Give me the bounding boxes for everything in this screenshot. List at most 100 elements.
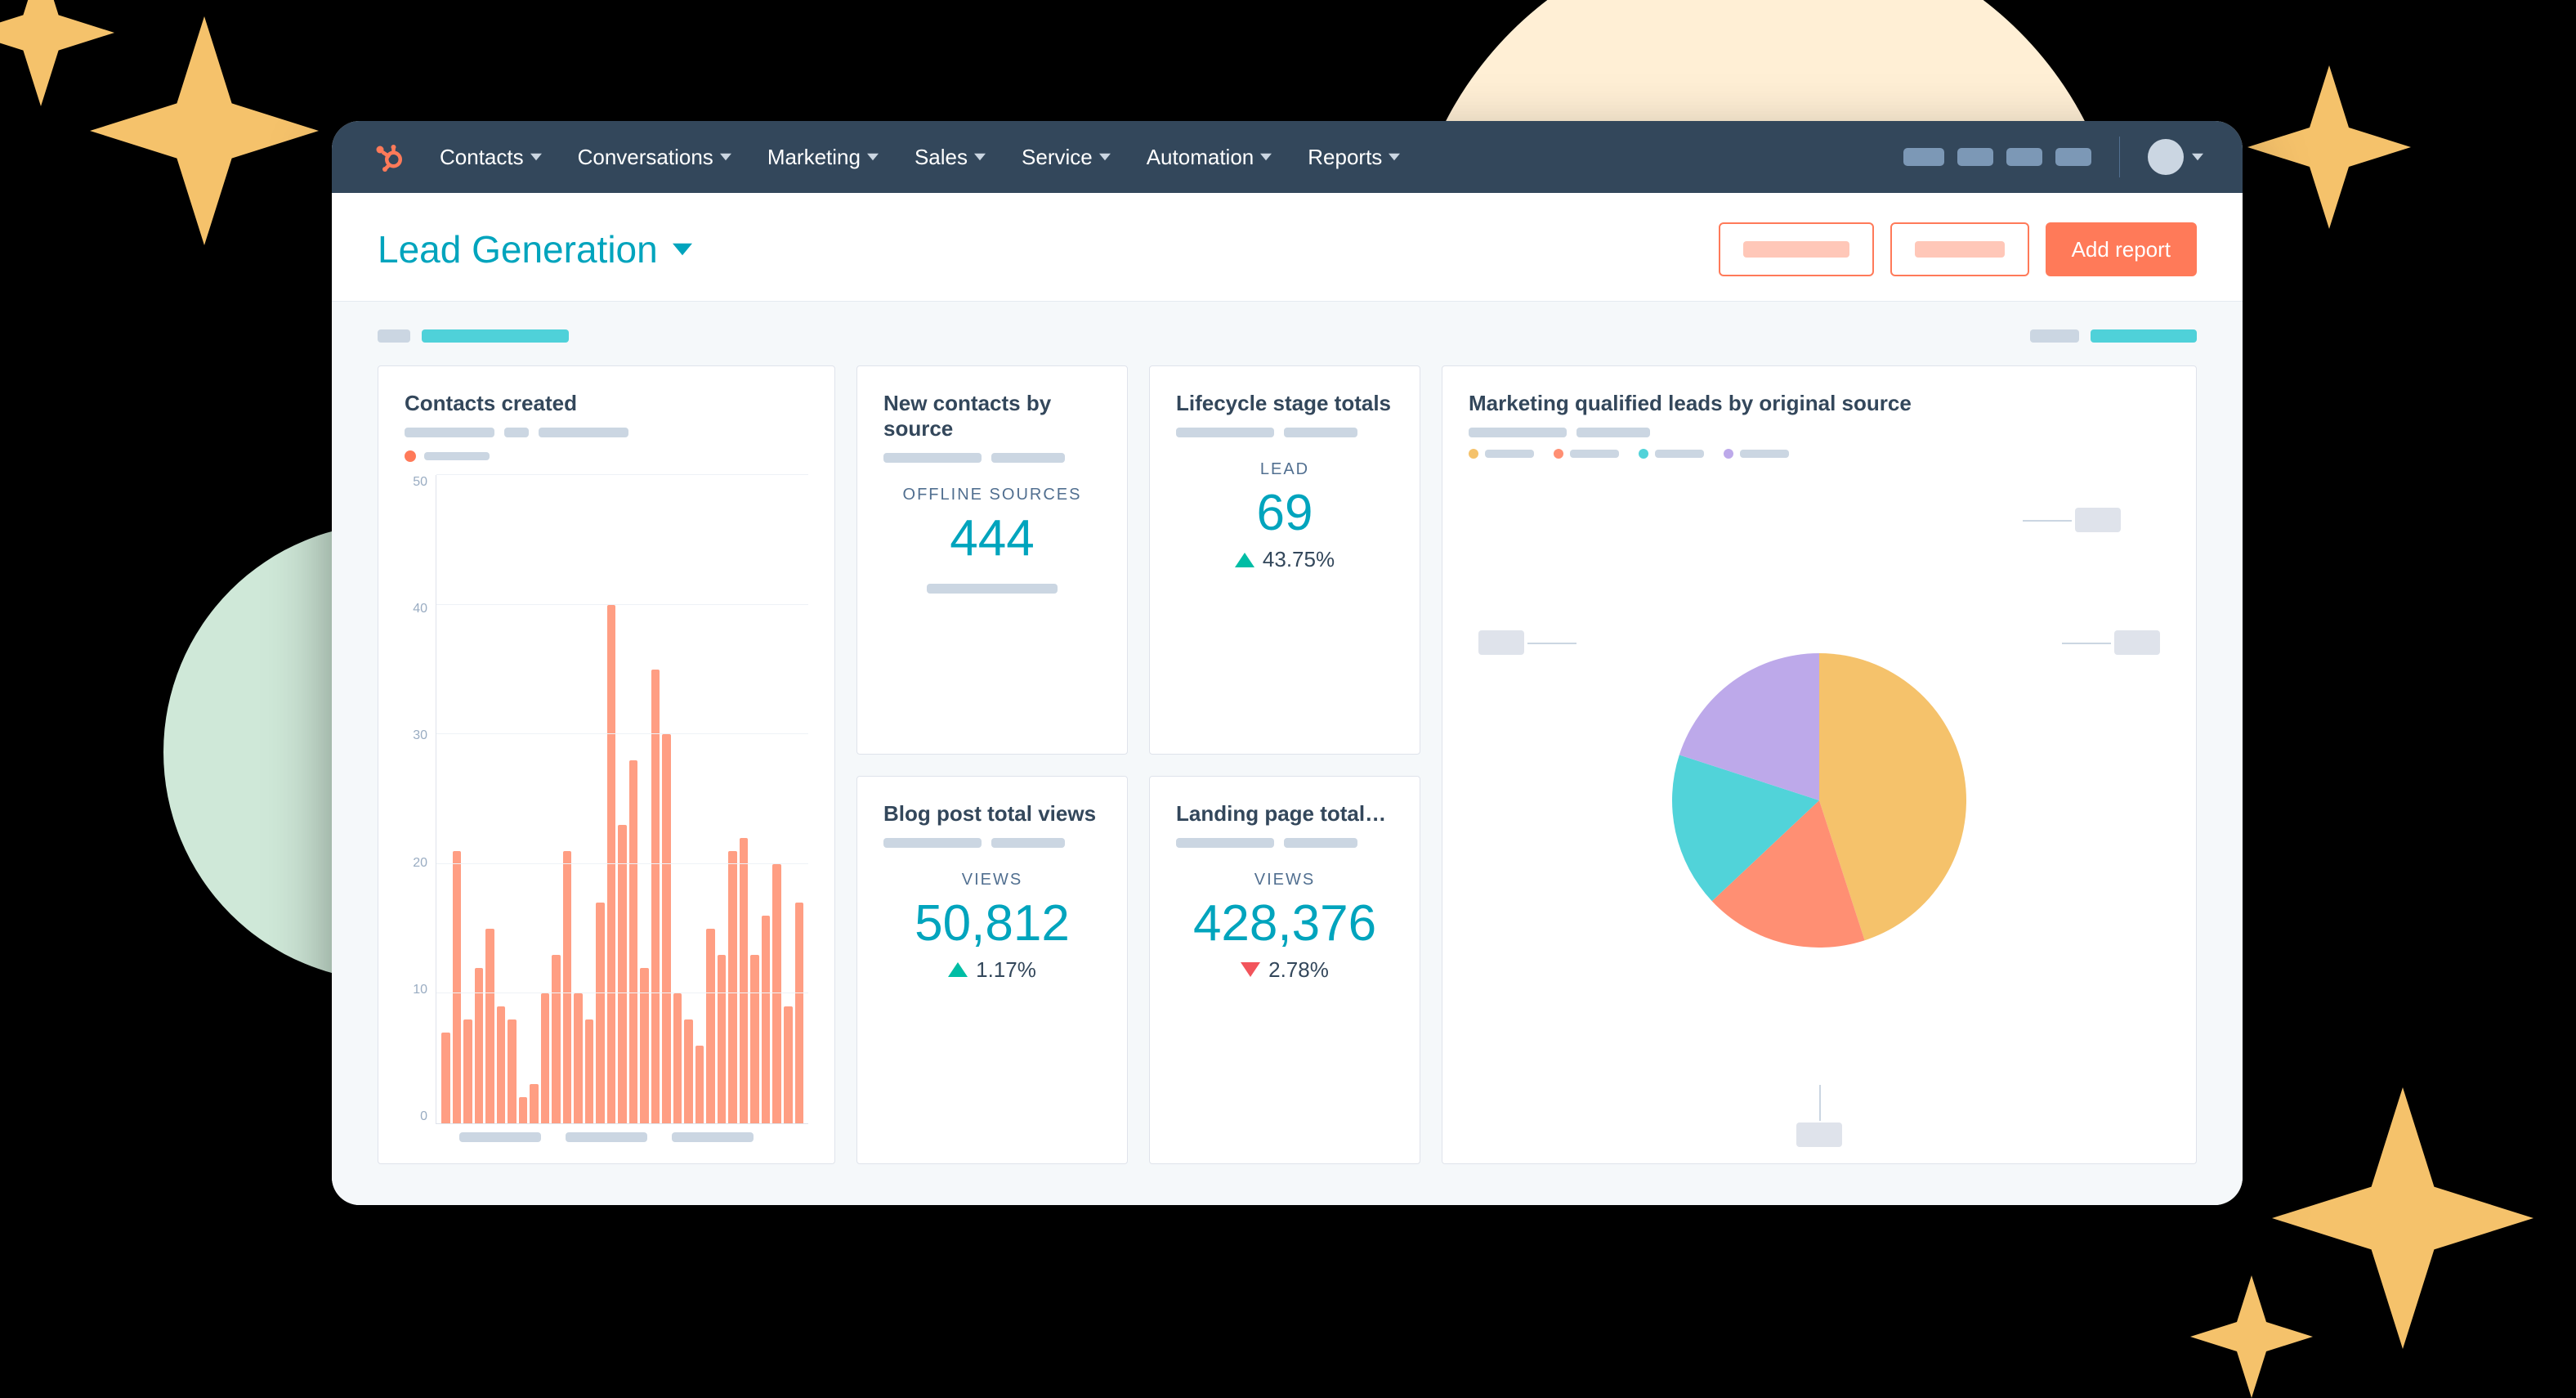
avatar: [2148, 139, 2184, 175]
bar[interactable]: [485, 929, 494, 1123]
nav-item-contacts[interactable]: Contacts: [440, 145, 542, 170]
bar[interactable]: [541, 993, 550, 1123]
card-blog-post-views[interactable]: Blog post total views VIEWS 50,812 1.17%: [856, 776, 1128, 1165]
nav-item-marketing[interactable]: Marketing: [767, 145, 879, 170]
card-subtitle-placeholder: [1176, 428, 1393, 437]
card-mql-by-source[interactable]: Marketing qualified leads by original so…: [1442, 365, 2197, 1164]
card-title: Marketing qualified leads by original so…: [1469, 391, 2170, 416]
header-button-placeholder[interactable]: [1890, 222, 2029, 276]
nav-item-reports[interactable]: Reports: [1308, 145, 1400, 170]
bar[interactable]: [662, 734, 671, 1123]
nav-action-placeholder[interactable]: [1903, 148, 1944, 166]
pie-callout-placeholder: [2114, 630, 2160, 655]
kpi-value: 428,376: [1176, 894, 1393, 952]
card-title: Lifecycle stage totals: [1176, 391, 1393, 416]
nav-item-sales[interactable]: Sales: [915, 145, 986, 170]
bar[interactable]: [530, 1084, 539, 1123]
nav-item-service[interactable]: Service: [1022, 145, 1111, 170]
filter-placeholder[interactable]: [378, 329, 410, 343]
bar[interactable]: [772, 864, 781, 1123]
bar[interactable]: [519, 1097, 528, 1123]
legend-label-placeholder: [1740, 450, 1789, 458]
legend-label-placeholder: [1570, 450, 1619, 458]
card-lifecycle-stage-totals[interactable]: Lifecycle stage totals LEAD 69 43.75%: [1149, 365, 1420, 755]
footnote-placeholder: [927, 584, 1058, 594]
bar[interactable]: [563, 851, 572, 1123]
bar[interactable]: [441, 1033, 450, 1123]
card-new-contacts-by-source[interactable]: New contacts by source OFFLINE SOURCES 4…: [856, 365, 1128, 755]
kpi-delta: 1.17%: [883, 957, 1101, 983]
filter-placeholder[interactable]: [2030, 329, 2079, 343]
kpi-label: VIEWS: [883, 871, 1101, 889]
bar[interactable]: [629, 760, 638, 1123]
nav-item-conversations[interactable]: Conversations: [578, 145, 731, 170]
legend-item: [1639, 449, 1704, 459]
kpi-label: VIEWS: [1176, 871, 1393, 889]
card-subtitle-placeholder: [1176, 838, 1393, 848]
hubspot-logo-icon[interactable]: [371, 141, 404, 173]
bar[interactable]: [762, 916, 771, 1123]
pie-callout-placeholder: [1478, 630, 1524, 655]
add-report-button[interactable]: Add report: [2046, 222, 2197, 276]
kpi-value: 50,812: [883, 894, 1101, 952]
nav-item-label: Conversations: [578, 145, 713, 170]
bar[interactable]: [684, 1019, 693, 1123]
nav-action-placeholder[interactable]: [2006, 148, 2042, 166]
bar[interactable]: [585, 1019, 594, 1123]
bar[interactable]: [475, 968, 484, 1123]
cards-grid: Contacts created 50403020100: [378, 365, 2197, 1164]
bar[interactable]: [552, 955, 561, 1123]
chevron-down-icon: [974, 151, 986, 163]
card-subtitle-placeholder: [883, 838, 1101, 848]
bar[interactable]: [706, 929, 715, 1123]
card-contacts-created[interactable]: Contacts created 50403020100: [378, 365, 835, 1164]
bar[interactable]: [497, 1006, 506, 1123]
top-nav: Contacts Conversations Marketing Sales Servi…: [332, 121, 2243, 193]
bar[interactable]: [695, 1046, 704, 1123]
bar[interactable]: [718, 955, 727, 1123]
pie-svg: [1672, 653, 1966, 948]
legend-label-placeholder: [1655, 450, 1704, 458]
bar-chart: 50403020100: [405, 475, 808, 1124]
bar[interactable]: [651, 670, 660, 1123]
legend-item: [1469, 449, 1534, 459]
kpi-delta: 43.75%: [1176, 547, 1393, 572]
nav-action-placeholder[interactable]: [2055, 148, 2091, 166]
card-title: New contacts by source: [883, 391, 1101, 441]
bar[interactable]: [740, 838, 749, 1123]
nav-item-automation[interactable]: Automation: [1147, 145, 1272, 170]
card-landing-page-views[interactable]: Landing page total… VIEWS 428,376 2.78%: [1149, 776, 1420, 1165]
bar[interactable]: [795, 903, 804, 1123]
bar[interactable]: [574, 993, 583, 1123]
filter-placeholder[interactable]: [2091, 329, 2197, 343]
chevron-down-icon: [1099, 151, 1111, 163]
kpi-delta-value: 43.75%: [1263, 547, 1335, 572]
nav-action-placeholder[interactable]: [1957, 148, 1993, 166]
nav-item-label: Reports: [1308, 145, 1382, 170]
header-actions: Add report: [1719, 222, 2197, 276]
bar[interactable]: [463, 1019, 472, 1123]
bar[interactable]: [784, 1006, 793, 1123]
chevron-down-icon: [673, 243, 692, 256]
header-button-placeholder[interactable]: [1719, 222, 1874, 276]
chevron-down-icon: [530, 151, 542, 163]
bar[interactable]: [453, 851, 462, 1123]
bar[interactable]: [508, 1019, 517, 1123]
pie-callout-placeholder: [1796, 1122, 1842, 1147]
card-title: Blog post total views: [883, 801, 1101, 827]
app-window: Contacts Conversations Marketing Sales Servi…: [332, 121, 2243, 1205]
filter-placeholder[interactable]: [422, 329, 569, 343]
bar[interactable]: [618, 825, 627, 1123]
nav-right: [1903, 137, 2203, 177]
bar[interactable]: [640, 968, 649, 1123]
bar[interactable]: [750, 955, 759, 1123]
dashboard-title-dropdown[interactable]: Lead Generation: [378, 227, 692, 271]
dashboard-toolbar: [378, 329, 2197, 343]
bar[interactable]: [596, 903, 605, 1123]
bar[interactable]: [673, 993, 682, 1123]
card-subtitle-placeholder: [883, 453, 1101, 463]
trend-up-icon: [1235, 553, 1254, 567]
kpi-delta: 2.78%: [1176, 957, 1393, 983]
account-menu[interactable]: [2148, 139, 2203, 175]
bar[interactable]: [728, 851, 737, 1123]
